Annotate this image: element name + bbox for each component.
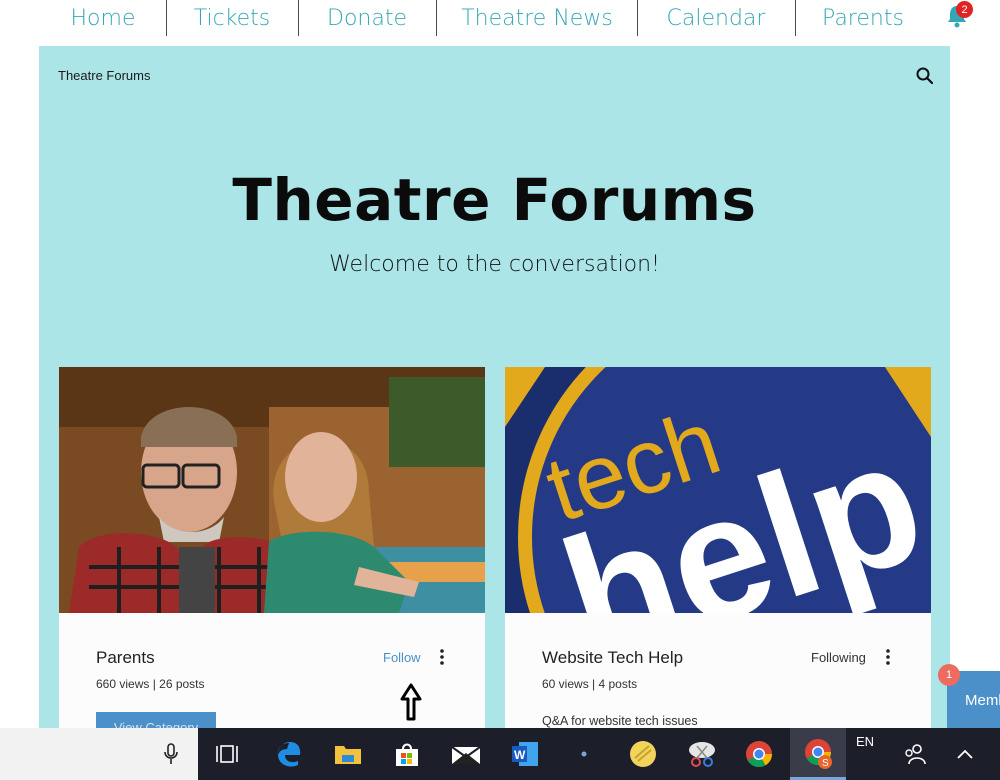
file-explorer-icon[interactable]	[325, 728, 371, 780]
nav-divider	[166, 0, 167, 36]
nav-divider	[298, 0, 299, 36]
category-card-parents[interactable]: Parents Follow 660 views | 26 posts View…	[59, 367, 485, 742]
nav-tickets[interactable]: Tickets	[180, 0, 284, 36]
word-icon[interactable]: W	[502, 728, 548, 780]
more-options-icon[interactable]	[439, 649, 445, 665]
following-button[interactable]: Following	[811, 650, 866, 665]
chrome-icon[interactable]	[736, 728, 782, 780]
forum-panel: Theatre Forums Theatre Forums Welcome to…	[39, 46, 950, 742]
search-icon[interactable]	[915, 66, 935, 86]
store-icon[interactable]	[384, 728, 430, 780]
taskbar-active-app[interactable]: S	[790, 728, 846, 780]
dot-icon[interactable]	[561, 728, 607, 780]
chrome-profile-icon[interactable]: S	[804, 738, 834, 770]
nav-calendar[interactable]: Calendar	[652, 0, 780, 36]
nav-home[interactable]: Home	[58, 0, 148, 36]
category-stats: 660 views | 26 posts	[96, 677, 205, 691]
nav-divider	[795, 0, 796, 36]
taskbar-search-box[interactable]	[0, 728, 198, 780]
follow-button[interactable]: Follow	[383, 650, 421, 665]
svg-text:W: W	[514, 748, 526, 762]
members-label: Members	[965, 691, 1000, 709]
arrow-up-icon	[400, 683, 422, 721]
category-title[interactable]: Parents	[96, 648, 155, 668]
category-stats: 60 views | 4 posts	[542, 677, 638, 691]
edge-icon[interactable]	[266, 728, 312, 780]
couple-photo[interactable]	[59, 367, 485, 613]
breadcrumb[interactable]: Theatre Forums	[58, 68, 150, 83]
nav-divider	[637, 0, 638, 36]
microphone-icon[interactable]	[164, 743, 178, 765]
nav-parents[interactable]: Parents	[810, 0, 916, 36]
chevron-up-icon[interactable]	[942, 728, 988, 780]
top-nav: Home Tickets Donate Theatre News Calenda…	[0, 0, 1000, 36]
page-title: Theatre Forums	[232, 166, 757, 234]
svg-text:S: S	[822, 758, 829, 769]
task-view-icon[interactable]	[204, 728, 250, 780]
nav-divider	[436, 0, 437, 36]
windows-taskbar: W S EN	[0, 728, 1000, 780]
category-card-website-tech-help[interactable]: tech help Website Tech Help Following 60…	[505, 367, 931, 737]
category-description: Q&A for website tech issues	[542, 714, 698, 728]
tech-help-logo[interactable]: tech help	[505, 367, 931, 613]
people-icon[interactable]	[892, 728, 938, 780]
snip-icon[interactable]	[679, 728, 725, 780]
nav-theatre-news[interactable]: Theatre News	[450, 0, 624, 36]
notification-badge: 2	[956, 1, 973, 18]
members-badge: 1	[938, 664, 960, 686]
mail-icon[interactable]	[443, 728, 489, 780]
nav-donate[interactable]: Donate	[312, 0, 422, 36]
sketch-app-icon[interactable]	[620, 728, 666, 780]
more-options-icon[interactable]	[885, 649, 891, 665]
language-indicator[interactable]: EN	[856, 734, 874, 749]
page-subtitle: Welcome to the conversation!	[329, 252, 660, 277]
category-title[interactable]: Website Tech Help	[542, 648, 683, 668]
